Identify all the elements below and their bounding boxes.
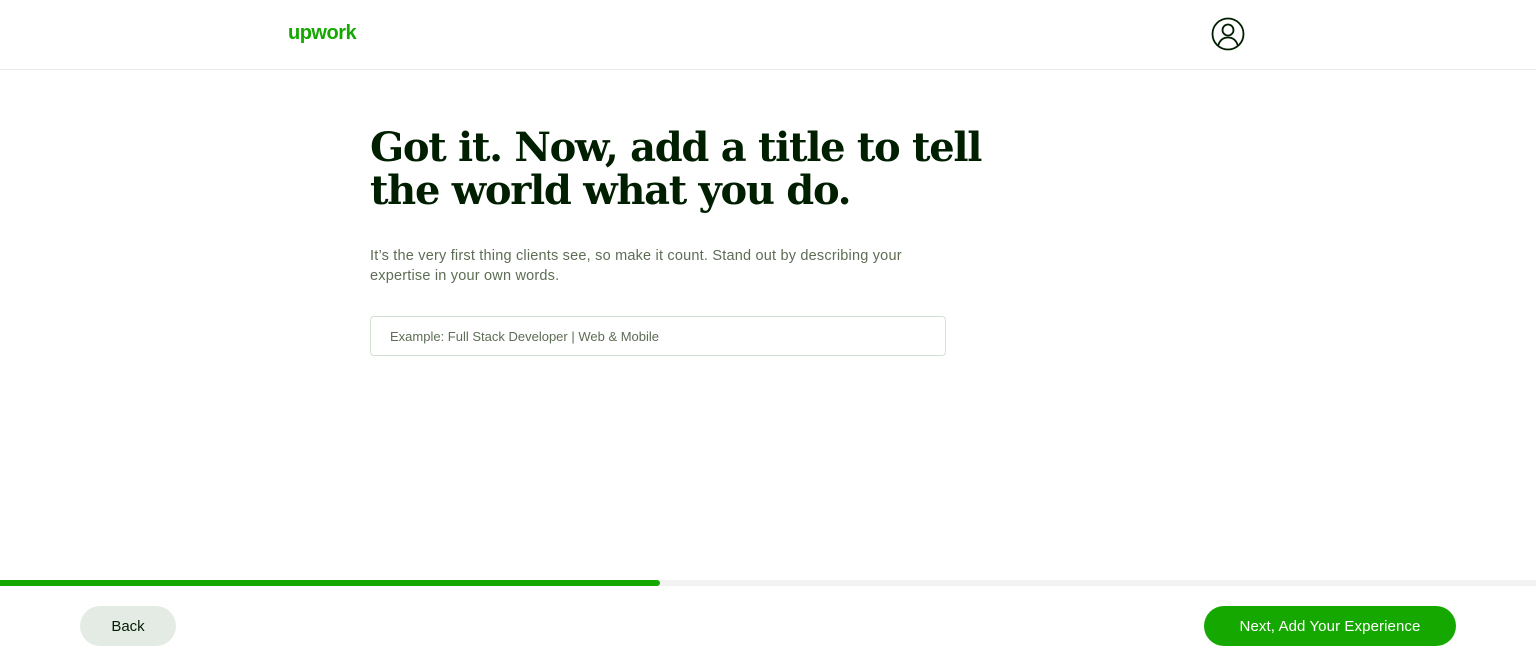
page-subtitle: It’s the very first thing clients see, s…	[370, 248, 902, 284]
user-circle-icon	[1211, 17, 1245, 51]
user-avatar-icon[interactable]	[1211, 17, 1245, 51]
professional-title-input[interactable]	[370, 316, 946, 356]
next-add-experience-button[interactable]: Next, Add Your Experience	[1204, 606, 1456, 646]
page-title: Got it. Now, add a title to tell the wor…	[370, 124, 982, 214]
upwork-logo[interactable]: upwork	[288, 22, 357, 45]
progress-bar-fill	[0, 580, 661, 586]
page: upwork Got it. Now, add a title to tell …	[0, 0, 1536, 666]
back-button[interactable]: Back	[80, 606, 176, 646]
top-header: upwork	[0, 0, 1536, 70]
progress-bar	[0, 580, 1536, 586]
